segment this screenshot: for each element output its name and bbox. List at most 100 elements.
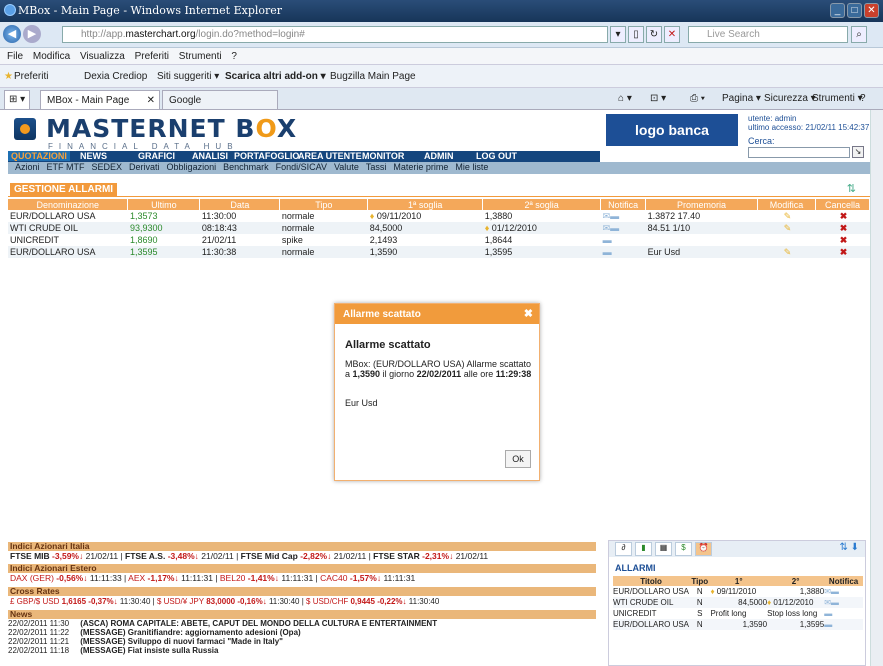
menu-modifica[interactable]: Modifica [33, 51, 70, 62]
col-soglia2: 2ª soglia [482, 199, 602, 210]
menu-preferiti[interactable]: Preferiti [135, 51, 169, 62]
tools-menu[interactable]: Strumenti ▾ [812, 93, 863, 104]
subnav-tassi[interactable]: Tassi [366, 162, 387, 172]
table-row[interactable]: EUR/DOLLARO USA 1,3573 11:30:00 normale ♦ 09… [8, 210, 870, 222]
delete-icon[interactable]: ✖ [815, 210, 870, 222]
security-menu[interactable]: Sicurezza ▾ [764, 93, 816, 104]
subnav-benchmark[interactable]: Benchmark [223, 162, 269, 172]
home-icon[interactable]: ⌂ ▾ [618, 93, 632, 104]
edit-icon[interactable]: ✎ [757, 210, 816, 222]
tab-label: MBox - Main Page [47, 95, 130, 106]
nav-logout[interactable]: LOG OUT [476, 151, 517, 161]
page-menu[interactable]: Pagina ▾ [722, 93, 761, 104]
news-item[interactable]: 22/02/2011 11:18 (MESSAGE) Fiat insiste … [8, 647, 596, 655]
logo-icon [14, 118, 36, 140]
feeds-icon[interactable]: ⊡ ▾ [650, 93, 666, 104]
fav-siti[interactable]: Siti suggeriti ▾ [157, 71, 219, 82]
dialog-close-icon[interactable]: ✖ [524, 307, 533, 320]
ok-button[interactable]: Ok [505, 450, 531, 468]
address-bar[interactable]: http://app.masterchart.org/login.do?meth… [62, 26, 608, 43]
news-item[interactable]: 22/02/2011 11:21 (MESSAGE) Sviluppo di n… [8, 638, 596, 646]
back-icon[interactable]: ◀ [3, 25, 21, 43]
nav-portafoglio[interactable]: PORTAFOGLIO [234, 151, 299, 161]
brand-subtitle: FINANCIAL DATA HUB [48, 142, 239, 151]
alarm-icon[interactable]: ⏰ [695, 542, 712, 556]
subnav-derivati[interactable]: Derivati [129, 162, 160, 172]
close-tab-icon[interactable]: ✕ [147, 95, 155, 106]
subnav-fondi[interactable]: Fondi/SICAV [276, 162, 327, 172]
table-row[interactable]: EUR/DOLLARO USA N 1,3590 1,3595 ▬ [613, 619, 863, 630]
refresh-icon[interactable]: ⇅ ⬇ [839, 542, 859, 553]
menu-help[interactable]: ? [231, 51, 237, 62]
menu-strumenti[interactable]: Strumenti [179, 51, 222, 62]
table-row[interactable]: EUR/DOLLARO USA N ♦ 09/11/2010 1,3880 ✉▬ [613, 586, 863, 597]
favorites-bar: ★ Preferiti Dexia Crediop Siti suggeriti… [0, 65, 883, 88]
delete-icon[interactable]: ✖ [815, 222, 870, 234]
table-row[interactable]: WTI CRUDE OIL N 84,5000 ♦ 01/12/2010 ✉▬ [613, 597, 863, 608]
table-row[interactable]: UNICREDIT 1,8690 21/02/11 spike 2,1493 1,8644… [8, 234, 870, 246]
search-icon[interactable]: ⌕ [851, 26, 867, 43]
calendar-icon[interactable]: ▦ [655, 542, 672, 556]
user-info: utente: admin ultimo accesso: 21/02/11 15… [748, 114, 869, 132]
link-icon[interactable]: ∂ [615, 542, 632, 556]
subnav-materie[interactable]: Materie prime [393, 162, 448, 172]
dropdown-icon[interactable]: ▾ [610, 26, 626, 43]
subnav-azioni[interactable]: Azioni [15, 162, 40, 172]
site-search-button[interactable]: ↘ [852, 146, 864, 158]
site-search-input[interactable] [748, 147, 850, 158]
notify-icon: ✉▬ [600, 222, 646, 234]
subnav-valute[interactable]: Valute [334, 162, 359, 172]
table-row[interactable]: WTI CRUDE OIL 93,9300 08:18:43 normale 84,50… [8, 222, 870, 234]
tab-google[interactable]: Google [162, 90, 278, 109]
window-title: MBox - Main Page - Windows Internet Expl… [18, 4, 283, 17]
subnav-etf[interactable]: ETF MTF [47, 162, 85, 172]
vertical-scrollbar[interactable] [870, 110, 883, 666]
nav-quotazioni[interactable]: QUOTAZIONI [8, 151, 70, 161]
nav-admin[interactable]: ADMIN [424, 151, 454, 161]
minimize-button[interactable]: _ [830, 3, 845, 18]
nav-area-utente[interactable]: AREA UTENTE [298, 151, 362, 161]
nav-monitor[interactable]: MONITOR [362, 151, 404, 161]
table-row[interactable]: UNICREDIT S Profit long Stop loss long ▬ [613, 608, 863, 619]
table-row[interactable]: EUR/DOLLARO USA 1,3595 11:30:38 normale 1,35… [8, 246, 870, 258]
fav-addon[interactable]: Scarica altri add-on ▾ [225, 71, 326, 82]
subnav-obbligazioni[interactable]: Obbligazioni [167, 162, 217, 172]
mini-alarms-table: Titolo Tipo 1° 2° Notifica EUR/DOLLARO USA N ♦… [613, 576, 863, 630]
panel-title: ALLARMI [615, 563, 656, 573]
tab-mbox[interactable]: MBox - Main Page ✕ [40, 90, 160, 109]
menu-file[interactable]: File [7, 51, 23, 62]
quick-tabs-icon[interactable]: ⊞ ▾ [4, 90, 31, 109]
help-icon[interactable]: ? [860, 93, 866, 104]
menu-visualizza[interactable]: Visualizza [80, 51, 125, 62]
stop-icon[interactable]: ✕ [664, 26, 680, 43]
nav-news[interactable]: NEWS [80, 151, 107, 161]
subnav-mie-liste[interactable]: Mie liste [455, 162, 488, 172]
money-icon[interactable]: $ [675, 542, 692, 556]
favorites-button[interactable]: Preferiti [14, 71, 48, 82]
nav-grafici[interactable]: GRAFICI [138, 151, 175, 161]
forward-icon[interactable]: ▶ [23, 25, 41, 43]
close-window-button[interactable]: ✕ [864, 3, 879, 18]
subnav-sedex[interactable]: SEDEX [92, 162, 123, 172]
edit-icon[interactable]: ✎ [757, 222, 816, 234]
search-input[interactable]: Live Search [688, 26, 848, 43]
news-item[interactable]: 22/02/2011 11:30 (ASCA) ROMA CAPITALE: A… [8, 620, 596, 628]
news-item[interactable]: 22/02/2011 11:22 (MESSAGE) Granitifiandr… [8, 629, 596, 637]
chart-icon[interactable]: ▮ [635, 542, 652, 556]
delete-icon[interactable]: ✖ [815, 246, 870, 258]
col-modifica: Modifica [757, 199, 816, 210]
compat-icon[interactable]: ▯ [628, 26, 644, 43]
nav-analisi[interactable]: ANALISI [192, 151, 228, 161]
alarms-panel: ∂ ▮ ▦ $ ⏰ ⇅ ⬇ ALLARMI Titolo Tipo 1° 2° Noti… [608, 540, 866, 666]
edit-icon[interactable]: ✎ [757, 246, 816, 258]
favorites-star-icon: ★ [4, 71, 13, 82]
pin-icon: ♦ [369, 211, 375, 221]
col-tipo: Tipo [279, 199, 369, 210]
delete-icon[interactable]: ✖ [815, 234, 870, 246]
print-icon[interactable]: ⎙ ▾ [690, 93, 705, 104]
refresh-icon[interactable]: ⇅ [847, 182, 856, 195]
refresh-icon[interactable]: ↻ [646, 26, 662, 43]
fav-dexia[interactable]: Dexia Crediop [84, 71, 147, 82]
maximize-button[interactable]: □ [847, 3, 862, 18]
fav-bugzilla[interactable]: Bugzilla Main Page [330, 71, 416, 82]
